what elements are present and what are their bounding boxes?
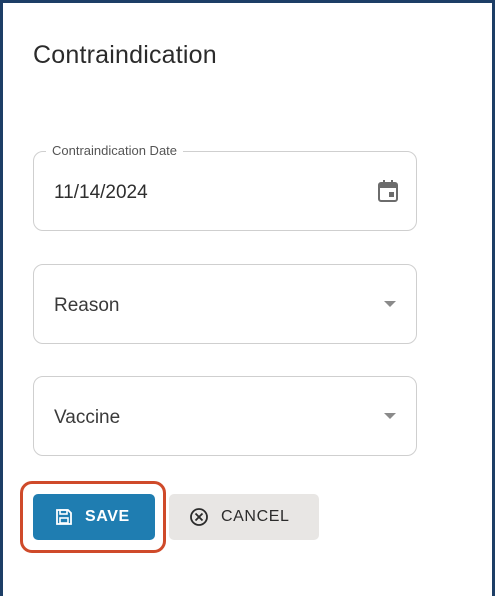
calendar-icon[interactable] xyxy=(376,178,400,204)
contraindication-date-value[interactable]: 11/14/2024 xyxy=(54,182,148,204)
contraindication-dialog: Contraindication Contraindication Date 1… xyxy=(0,0,495,596)
cancel-button[interactable]: CANCEL xyxy=(169,494,319,540)
contraindication-date-field[interactable]: Contraindication Date 11/14/2024 xyxy=(33,143,417,231)
chevron-down-icon[interactable] xyxy=(384,301,396,307)
reason-select[interactable]: Reason xyxy=(33,264,417,344)
save-button-label: SAVE xyxy=(85,508,130,525)
vaccine-select[interactable]: Vaccine xyxy=(33,376,417,456)
contraindication-date-label: Contraindication Date xyxy=(46,143,184,158)
reason-placeholder: Reason xyxy=(54,295,120,316)
vaccine-placeholder: Vaccine xyxy=(54,407,121,428)
dialog-title: Contraindication xyxy=(33,41,217,69)
save-button[interactable]: SAVE xyxy=(33,494,155,540)
x-circle-icon xyxy=(189,507,209,527)
cancel-button-label: CANCEL xyxy=(221,508,290,525)
chevron-down-icon[interactable] xyxy=(384,413,396,419)
floppy-disk-icon xyxy=(55,508,73,526)
